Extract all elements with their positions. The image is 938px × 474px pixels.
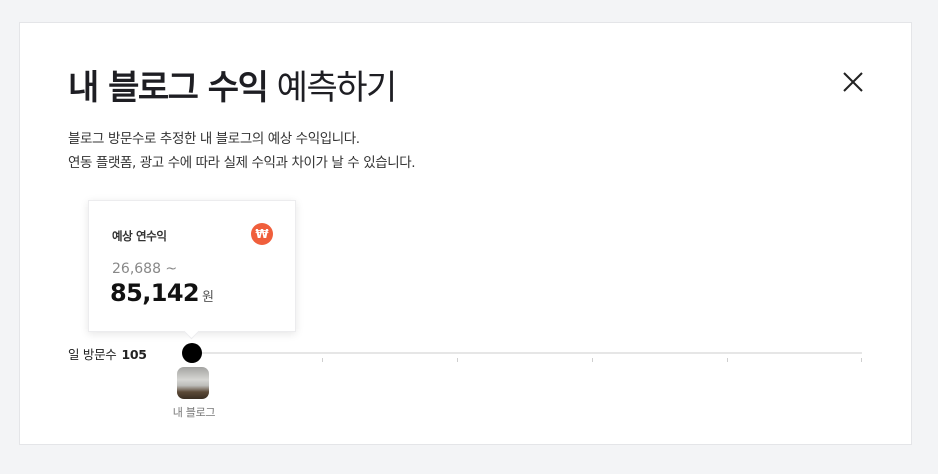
revenue-range-start: 26,688 ~: [112, 261, 178, 277]
modal-description: 블로그 방문수로 추정한 내 블로그의 예상 수익입니다. 연동 플랫폼, 광고…: [68, 127, 416, 175]
won-currency-icon: ₩: [251, 223, 273, 245]
daily-visits: 일 방문수 105: [68, 344, 147, 363]
slider-handle[interactable]: [182, 343, 202, 363]
annual-revenue-label: 예상 연수익: [112, 229, 167, 243]
modal-title: 내 블로그 수익 예측하기: [68, 65, 398, 111]
revenue-value: 85,142: [110, 279, 200, 307]
description-line-1: 블로그 방문수로 추정한 내 블로그의 예상 수익입니다.: [68, 131, 360, 147]
revenue-tooltip: 예상 연수익 ₩ 26,688 ~ 85,142 원: [88, 200, 296, 340]
description-line-2: 연동 플랫폼, 광고 수에 따라 실제 수익과 차이가 날 수 있습니다.: [68, 155, 416, 171]
modal-panel: 내 블로그 수익 예측하기 블로그 방문수로 추정한 내 블로그의 예상 수익입…: [19, 22, 912, 445]
tooltip-arrow: [183, 323, 200, 340]
slider-tick: [457, 358, 458, 362]
title-bold-part: 내 블로그 수익: [68, 68, 269, 108]
slider-tick: [322, 358, 323, 362]
slider-tick: [727, 358, 728, 362]
close-button[interactable]: [840, 69, 866, 95]
slider-tick: [861, 358, 862, 362]
slider-track[interactable]: [192, 352, 862, 354]
revenue-value-row: 85,142 원: [110, 279, 214, 307]
slider-tick: [592, 358, 593, 362]
daily-visits-label: 일 방문수: [68, 347, 117, 362]
close-icon: [843, 72, 863, 92]
daily-visits-value: 105: [121, 347, 147, 362]
revenue-unit: 원: [202, 290, 214, 305]
avatar-label: 내 블로그: [172, 406, 216, 419]
title-light-part: 예측하기: [267, 68, 398, 108]
blog-avatar: [177, 367, 209, 399]
